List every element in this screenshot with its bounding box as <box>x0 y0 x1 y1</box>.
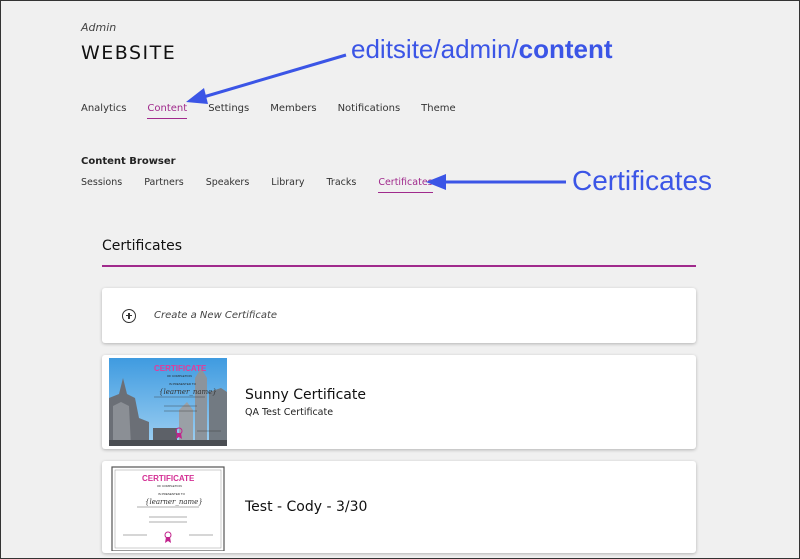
tab-certificates[interactable]: Certificates <box>378 177 433 193</box>
certificate-thumbnail: CERTIFICATE OF COMPLETION IS PRESENTED T… <box>109 463 227 551</box>
svg-text:OF COMPLETION: OF COMPLETION <box>157 484 182 488</box>
tab-sessions[interactable]: Sessions <box>81 177 122 193</box>
certificate-card[interactable]: CERTIFICATE OF COMPLETION IS PRESENTED T… <box>102 461 696 553</box>
plus-circle-icon <box>122 308 136 323</box>
create-certificate-button[interactable]: Create a New Certificate <box>102 288 696 343</box>
nav-notifications[interactable]: Notifications <box>338 103 401 119</box>
certificate-card[interactable]: CERTIFICATE OF COMPLETION IS PRESENTED T… <box>102 355 696 449</box>
tab-tracks[interactable]: Tracks <box>327 177 357 193</box>
tab-speakers[interactable]: Speakers <box>206 177 250 193</box>
nav-theme[interactable]: Theme <box>421 103 456 119</box>
nav-analytics[interactable]: Analytics <box>81 103 126 119</box>
create-certificate-label: Create a New Certificate <box>154 310 278 321</box>
svg-text:{learner_name}: {learner_name} <box>145 498 203 506</box>
svg-text:CERTIFICATE: CERTIFICATE <box>154 364 207 373</box>
certificate-name: Test - Cody - 3/30 <box>245 499 368 515</box>
nav-members[interactable]: Members <box>270 103 316 119</box>
content-browser-tabs: Sessions Partners Speakers Library Track… <box>81 177 455 193</box>
content-browser-title: Content Browser <box>81 156 176 167</box>
svg-text:IS PRESENTED TO: IS PRESENTED TO <box>169 382 197 386</box>
certificate-name: Sunny Certificate <box>245 386 366 403</box>
certificate-description: QA Test Certificate <box>245 406 334 418</box>
section-title: Certificates <box>102 238 183 254</box>
svg-text:IS PRESENTED TO: IS PRESENTED TO <box>158 492 186 496</box>
svg-text:{learner_name}: {learner_name} <box>159 388 217 396</box>
site-title: WEBSITE <box>81 42 177 64</box>
svg-text:CERTIFICATE: CERTIFICATE <box>142 474 195 483</box>
section-divider <box>102 265 696 267</box>
annotation-certificates: Certificates <box>572 165 713 196</box>
tab-library[interactable]: Library <box>271 177 304 193</box>
city-photo-certificate-image: CERTIFICATE OF COMPLETION IS PRESENTED T… <box>109 358 227 446</box>
certificate-thumbnail: CERTIFICATE OF COMPLETION IS PRESENTED T… <box>109 358 227 446</box>
nav-content[interactable]: Content <box>147 103 188 119</box>
certificate-template-image: CERTIFICATE OF COMPLETION IS PRESENTED T… <box>111 466 225 551</box>
tab-partners[interactable]: Partners <box>144 177 183 193</box>
nav-settings[interactable]: Settings <box>208 103 249 119</box>
admin-label: Admin <box>81 21 117 34</box>
annotation-content-path: editsite/admin/content <box>351 34 613 64</box>
main-nav: Analytics Content Settings Members Notif… <box>81 103 477 119</box>
svg-text:OF COMPLETION: OF COMPLETION <box>167 374 192 378</box>
